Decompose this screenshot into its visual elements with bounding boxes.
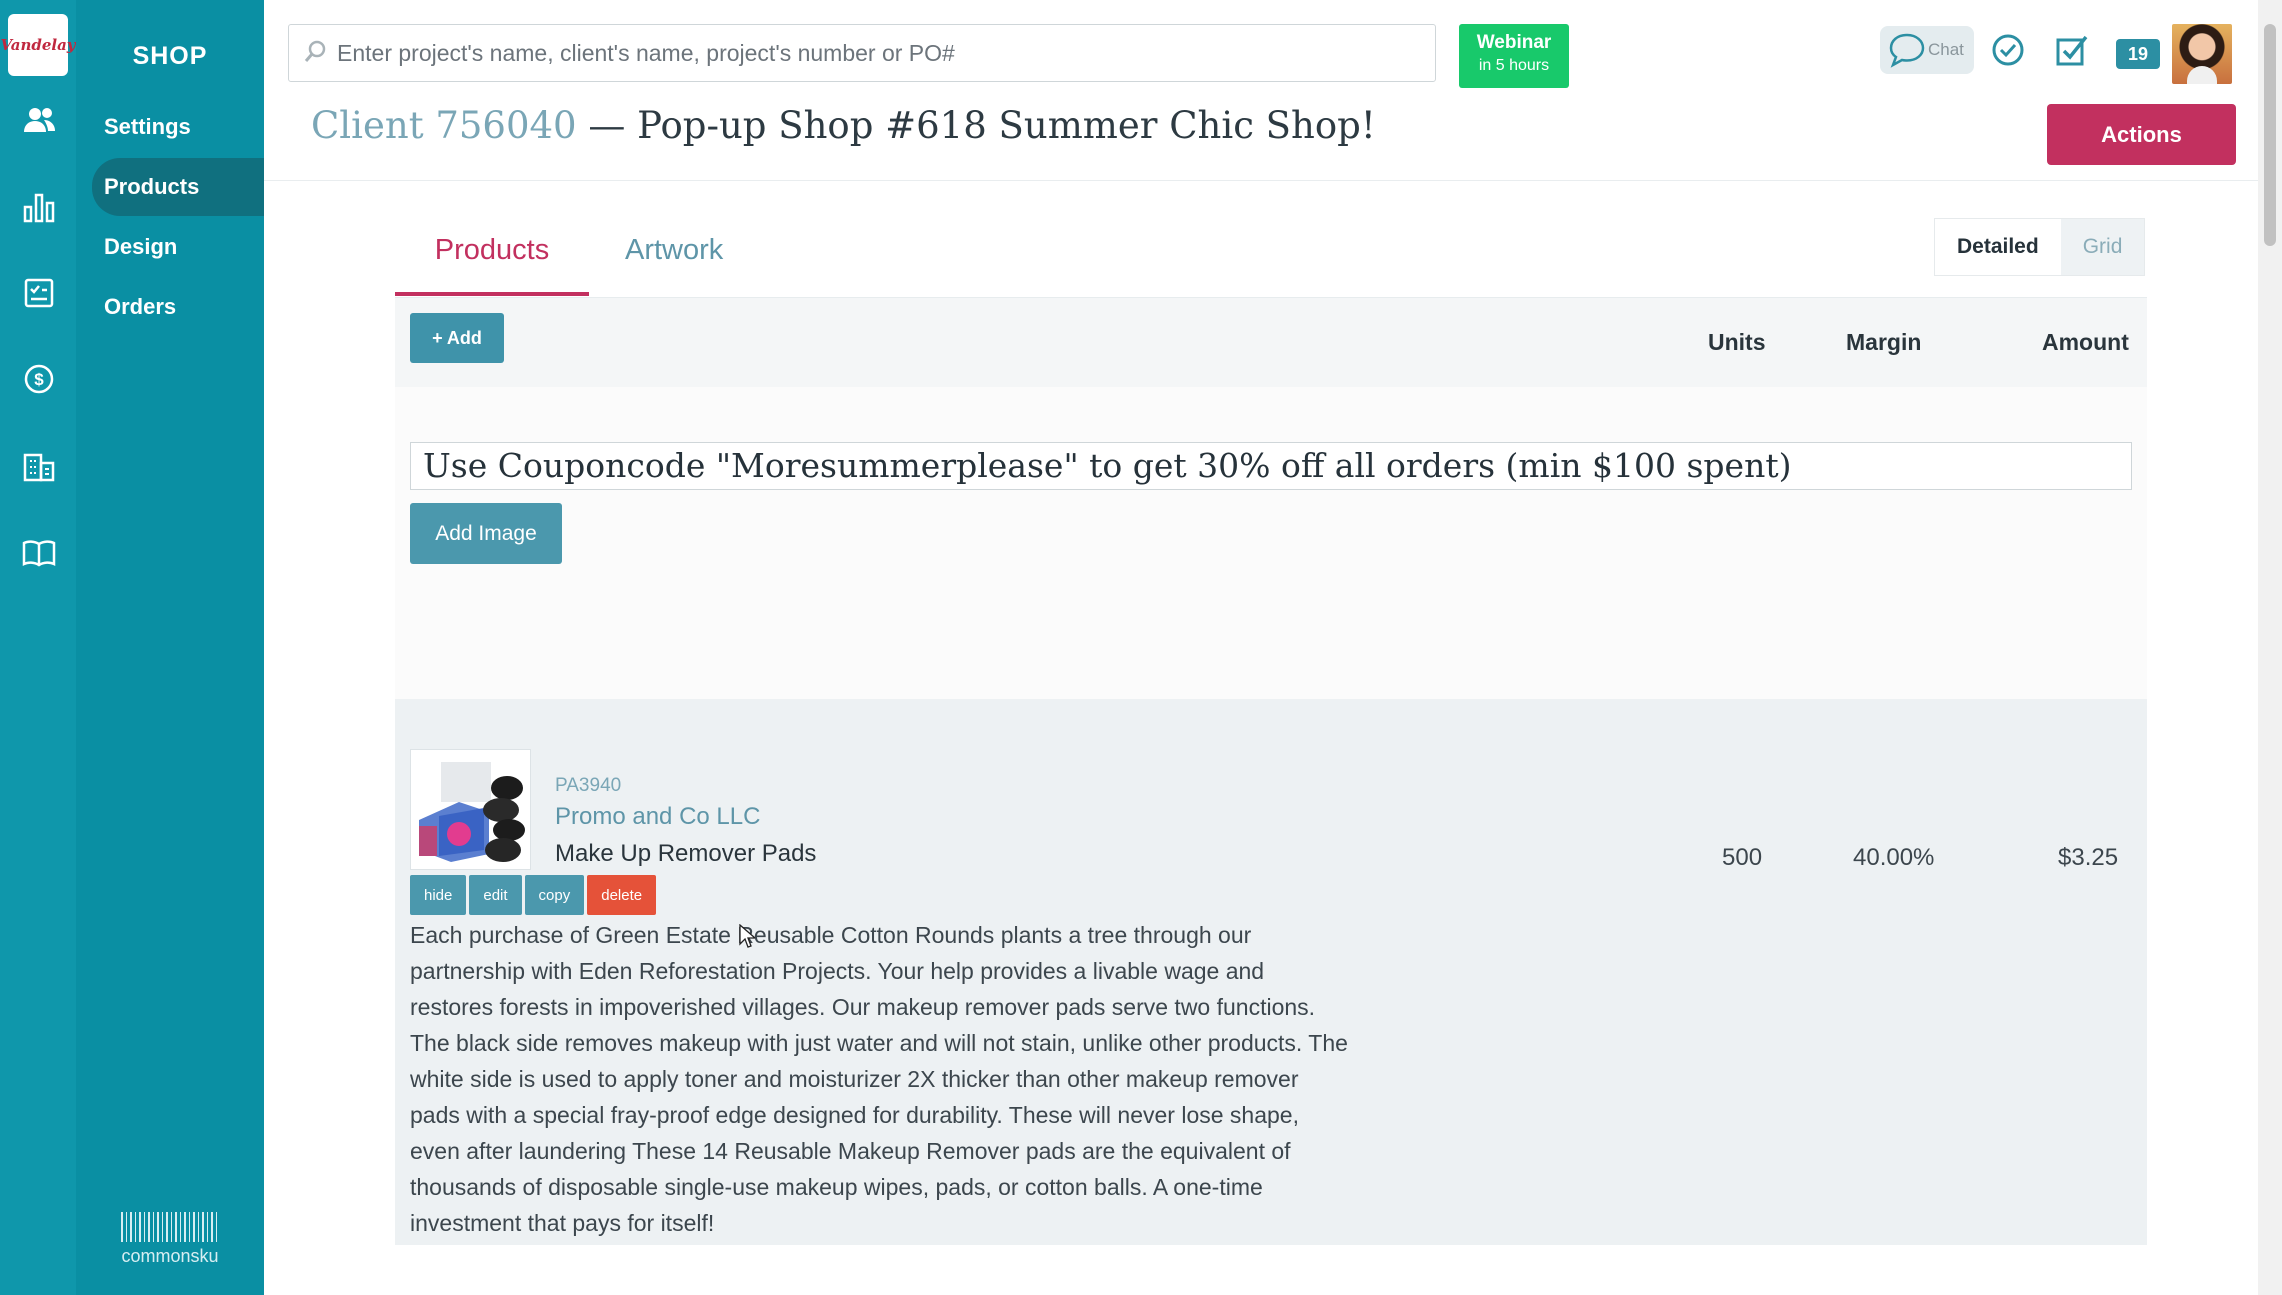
search-input[interactable] <box>337 25 1417 81</box>
icon-rail: Vandelay $ <box>0 0 76 1295</box>
commonsku-wordmark: commonsku <box>121 1246 219 1266</box>
webinar-title: Webinar <box>1476 32 1552 53</box>
tasks-icon[interactable] <box>2054 26 2090 74</box>
chat-button[interactable]: Chat <box>1880 26 1974 74</box>
product-amount: $3.25 <box>2058 844 2119 871</box>
nav-item-orders[interactable]: Orders <box>92 278 264 336</box>
client-link[interactable]: Client 756040 <box>311 104 577 147</box>
main-content: Webinar in 5 hours Chat 19 Client 756040… <box>264 0 2258 1295</box>
people-icon[interactable] <box>22 103 56 137</box>
svg-text:$: $ <box>34 370 44 389</box>
mouse-pointer-icon <box>739 923 757 953</box>
tab-artwork[interactable]: Artwork <box>625 220 723 296</box>
add-product-button[interactable]: + Add <box>410 313 504 363</box>
bar-chart-icon[interactable] <box>22 190 56 224</box>
product-image[interactable] <box>410 749 531 870</box>
add-image-button[interactable]: Add Image <box>410 503 562 564</box>
scrollbar-thumb[interactable] <box>2264 24 2276 246</box>
barcode-icon <box>121 1212 219 1242</box>
column-margin: Margin <box>1846 329 1922 355</box>
project-name: Pop-up Shop #618 Summer Chic Shop! <box>637 104 1376 147</box>
page-scrollbar[interactable] <box>2258 0 2282 1295</box>
notification-badge[interactable]: 19 <box>2116 39 2160 69</box>
product-description: Each purchase of Green Estate Reusable C… <box>410 922 1348 1236</box>
search-icon <box>303 39 327 70</box>
book-icon[interactable] <box>22 536 56 570</box>
nav-item-design[interactable]: Design <box>92 218 264 276</box>
column-amount: Amount <box>2042 329 2129 355</box>
product-row: PA3940 Promo and Co LLC Make Up Remover … <box>395 699 2147 1245</box>
global-search[interactable] <box>288 24 1436 82</box>
chat-label: Chat <box>1928 40 1964 59</box>
view-grid[interactable]: Grid <box>2060 219 2145 275</box>
shop-nav: SHOP Settings Products Design Orders com… <box>76 0 264 1295</box>
edit-button[interactable]: edit <box>469 875 522 915</box>
delete-button[interactable]: delete <box>587 875 657 915</box>
products-table-header: + Add Units Margin Amount <box>395 297 2147 387</box>
building-icon[interactable] <box>22 450 56 484</box>
product-units: 500 <box>1722 844 1763 871</box>
webinar-button[interactable]: Webinar in 5 hours <box>1459 24 1569 88</box>
user-avatar[interactable] <box>2172 24 2232 84</box>
company-logo[interactable]: Vandelay <box>0 14 76 76</box>
nav-section-title: SHOP <box>132 42 208 70</box>
nav-item-products[interactable]: Products <box>92 158 264 216</box>
copy-button[interactable]: copy <box>524 875 585 915</box>
product-row-actions: hide edit copy delete <box>410 875 657 915</box>
clock-check-icon[interactable] <box>1990 26 2026 74</box>
chat-bubble-icon <box>1889 33 1925 68</box>
title-separator: — <box>576 104 638 147</box>
commonsku-logo: commonsku <box>76 1212 264 1267</box>
hide-button[interactable]: hide <box>410 875 467 915</box>
view-toggle: Detailed Grid <box>1934 218 2146 276</box>
webinar-time: in 5 hours <box>1478 57 1550 74</box>
tab-products[interactable]: Products <box>395 220 589 296</box>
checklist-icon[interactable] <box>22 276 56 310</box>
actions-button[interactable]: Actions <box>2047 104 2236 165</box>
nav-item-settings[interactable]: Settings <box>92 98 264 156</box>
product-sku: PA3940 <box>555 775 622 796</box>
page-title: Client 756040 — Pop-up Shop #618 Summer … <box>311 104 1376 147</box>
section-title-field[interactable]: Use Couponcode "Moresummerplease" to get… <box>410 442 2132 490</box>
product-name: Make Up Remover Pads <box>555 840 817 867</box>
section-block: Use Couponcode "Moresummerplease" to get… <box>395 387 2147 699</box>
product-supplier-link[interactable]: Promo and Co LLC <box>555 803 760 831</box>
dollar-icon[interactable]: $ <box>22 362 56 396</box>
view-detailed[interactable]: Detailed <box>1935 219 2061 275</box>
header-divider <box>264 180 2258 181</box>
logo-text: Vandelay <box>0 36 76 54</box>
product-margin: 40.00% <box>1853 844 1935 871</box>
column-units: Units <box>1708 329 1766 355</box>
